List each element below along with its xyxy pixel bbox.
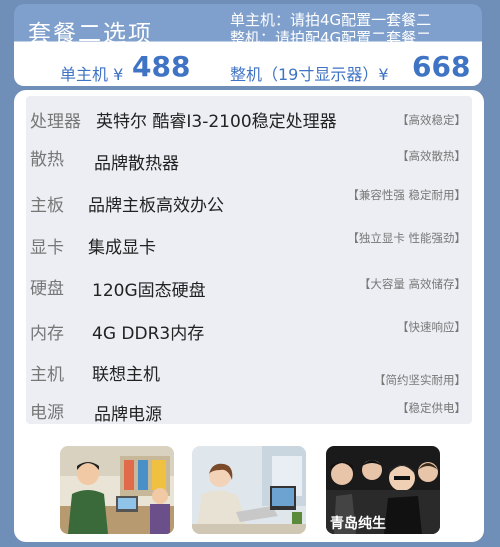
spec-label: 处理器 xyxy=(30,112,81,132)
spec-tag: 【快速响应】 xyxy=(397,320,466,334)
tv-show-poster-photo: 青岛纯生 xyxy=(326,446,440,534)
spec-value: 品牌主板高效办公 xyxy=(88,196,224,216)
spec-row-memory: 内存 4G DDR3内存 【快速响应】 xyxy=(26,314,472,344)
spec-row-power: 电源 品牌电源 【稳定供电】 xyxy=(26,398,472,428)
spec-row-cpu: 处理器 英特尔 酷睿I3-2100稳定处理器 【高效稳定】 xyxy=(26,104,472,134)
spec-value: 联想主机 xyxy=(92,365,160,385)
usage-photos: 青岛纯生 xyxy=(14,446,484,536)
spec-tag: 【大容量 高效储存】 xyxy=(358,277,466,291)
poster-caption: 青岛纯生 xyxy=(330,515,386,532)
spec-label: 散热 xyxy=(30,150,64,170)
store-cashier-photo xyxy=(60,446,174,534)
spec-value: 品牌电源 xyxy=(94,405,162,425)
spec-value: 英特尔 酷睿I3-2100稳定处理器 xyxy=(96,112,337,132)
spec-value: 品牌散热器 xyxy=(94,154,179,174)
package-title: 套餐二选项 xyxy=(28,21,153,47)
office-worker-photo xyxy=(192,446,306,534)
spec-label: 内存 xyxy=(30,324,64,344)
host-price-value: 488 xyxy=(132,50,191,83)
full-price-value: 668 xyxy=(412,50,471,83)
full-order-note: 整机：请拍配4G配置二套餐二 xyxy=(230,29,432,47)
spec-label: 硬盘 xyxy=(30,279,64,299)
spec-tag: 【高效稳定】 xyxy=(397,113,466,127)
spec-row-motherboard: 主板 品牌主板高效办公 【兼容性强 稳定耐用】 xyxy=(26,187,472,217)
spec-label: 电源 xyxy=(30,403,64,423)
spec-row-host: 主机 联想主机 【简约坚实耐用】 xyxy=(26,360,472,390)
spec-tag: 【高效散热】 xyxy=(397,149,466,163)
spec-row-cooling: 散热 品牌散热器 【高效散热】 xyxy=(26,143,472,174)
spec-tag: 【独立显卡 性能强劲】 xyxy=(347,231,466,245)
spec-value: 集成显卡 xyxy=(88,238,156,258)
spec-label: 主板 xyxy=(30,196,64,216)
price-row: 单主机 ¥ 488 整机（19寸显示器）¥ 668 xyxy=(14,48,482,86)
package-header: 套餐二选项 单主机：请拍4G配置一套餐二 整机：请拍配4G配置二套餐二 单主机 … xyxy=(14,4,482,86)
spec-tag: 【稳定供电】 xyxy=(397,401,466,415)
spec-panel: 处理器 英特尔 酷睿I3-2100稳定处理器 【高效稳定】 散热 品牌散热器 【… xyxy=(14,90,484,542)
spec-list: 处理器 英特尔 酷睿I3-2100稳定处理器 【高效稳定】 散热 品牌散热器 【… xyxy=(26,96,472,425)
spec-value: 4G DDR3内存 xyxy=(92,324,205,344)
spec-tag: 【简约坚实耐用】 xyxy=(374,373,466,387)
full-price-label: 整机（19寸显示器）¥ xyxy=(230,65,389,84)
spec-label: 显卡 xyxy=(30,238,64,258)
spec-tag: 【兼容性强 稳定耐用】 xyxy=(347,188,466,202)
spec-value: 120G固态硬盘 xyxy=(92,281,206,301)
spec-row-graphics: 显卡 集成显卡 【独立显卡 性能强劲】 xyxy=(26,230,472,260)
spec-row-storage: 硬盘 120G固态硬盘 【大容量 高效储存】 xyxy=(26,271,472,301)
spec-label: 主机 xyxy=(30,365,64,385)
host-price-label: 单主机 ¥ xyxy=(60,65,124,84)
